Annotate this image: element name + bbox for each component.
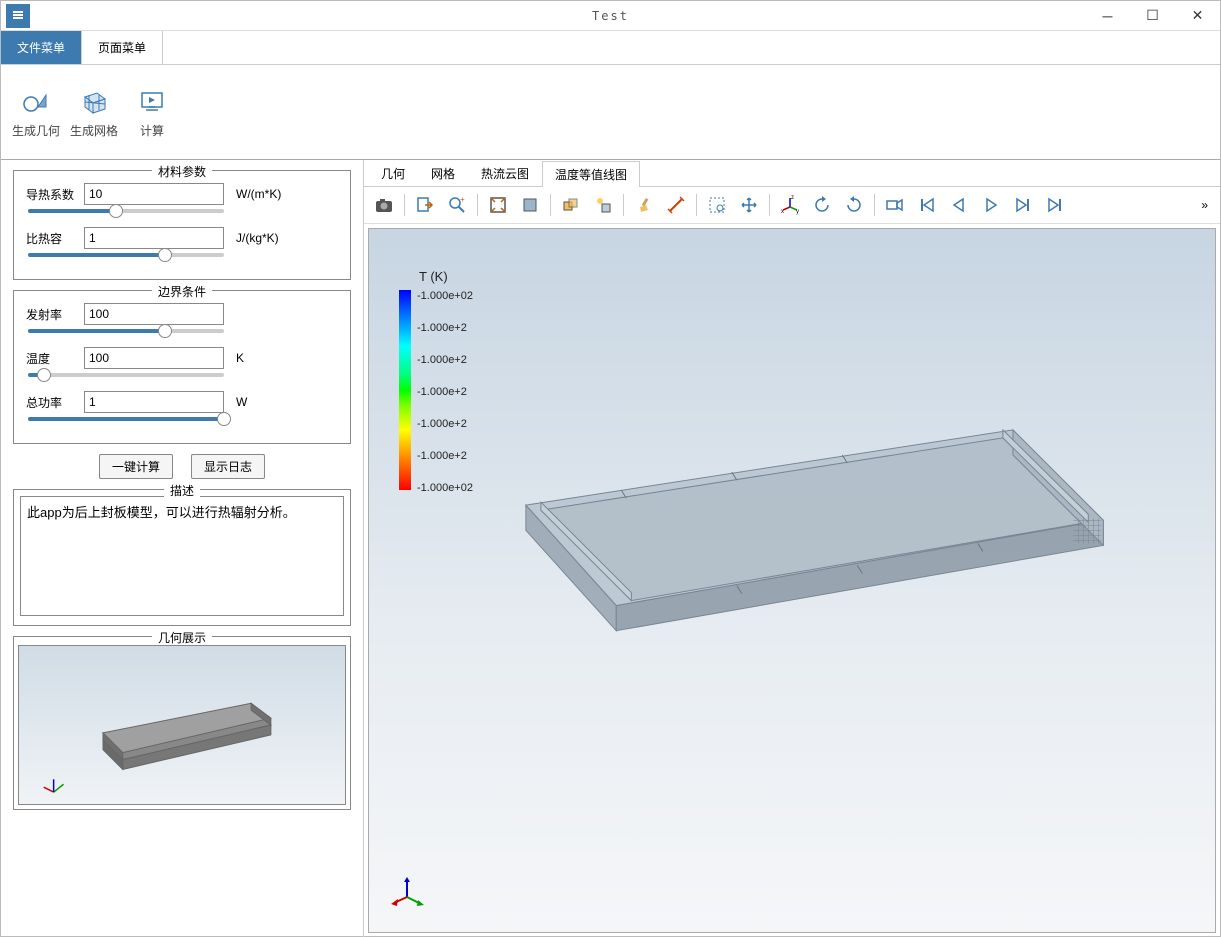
power-unit: W	[236, 395, 247, 409]
slider-thumb[interactable]	[109, 204, 123, 218]
material-params-section: 材料参数 导热系数 W/(m*K) 比热容 J/(kg*K)	[13, 170, 351, 280]
rotate-cw-button[interactable]	[840, 191, 868, 219]
svg-text:+: +	[460, 195, 465, 204]
maximize-button[interactable]: ☐	[1130, 1, 1175, 30]
transparency-button[interactable]	[557, 191, 585, 219]
title-bar: Test ─ ☐ ✕	[1, 1, 1220, 31]
heat-cap-label: 比热容	[26, 230, 84, 247]
emissivity-slider[interactable]	[28, 329, 224, 333]
generate-geometry-label: 生成几何	[12, 122, 60, 139]
ribbon-tabs: 文件菜单 页面菜单	[1, 31, 1220, 65]
boundary-conditions-section: 边界条件 发射率 温度 K 总功率 W	[13, 290, 351, 444]
view-tab-heat-flow[interactable]: 热流云图	[468, 160, 542, 186]
temperature-input[interactable]	[84, 347, 224, 369]
export-button[interactable]	[411, 191, 439, 219]
3d-viewport[interactable]: T (K) -1.000e+02 -1.000e+2 -1.000e+2 -1.…	[368, 228, 1216, 933]
generate-mesh-button[interactable]: 生成网格	[65, 71, 123, 153]
description-section: 描述	[13, 489, 351, 626]
play-button[interactable]	[977, 191, 1005, 219]
thermal-cond-unit: W/(m*K)	[236, 187, 281, 201]
viewport-area: 几何 网格 热流云图 温度等值线图 + z y x	[363, 160, 1220, 937]
heat-cap-slider[interactable]	[28, 253, 224, 257]
zoom-extents-button[interactable]	[484, 191, 512, 219]
svg-text:z: z	[791, 195, 794, 201]
view-tab-mesh[interactable]: 网格	[418, 160, 468, 186]
clear-button[interactable]	[630, 191, 658, 219]
measure-button[interactable]	[662, 191, 690, 219]
description-textarea[interactable]	[20, 496, 344, 616]
desc-section-title: 描述	[164, 482, 200, 499]
generate-geometry-button[interactable]: 生成几何	[7, 71, 65, 153]
slider-thumb[interactable]	[158, 248, 172, 262]
view-tab-geometry[interactable]: 几何	[368, 160, 418, 186]
pan-button[interactable]	[735, 191, 763, 219]
view-tab-isotherm[interactable]: 温度等值线图	[542, 161, 640, 187]
geometry-preview-section: 几何展示	[13, 636, 351, 810]
viewport-tabs: 几何 网格 热流云图 温度等值线图	[364, 160, 1220, 187]
zoom-button[interactable]: +	[443, 191, 471, 219]
one-click-compute-button[interactable]: 一键计算	[99, 454, 173, 479]
close-button[interactable]: ✕	[1175, 1, 1220, 30]
heat-cap-input[interactable]	[84, 227, 224, 249]
toolbar-overflow-button[interactable]: »	[1195, 198, 1214, 212]
thermal-cond-slider[interactable]	[28, 209, 224, 213]
power-input[interactable]	[84, 391, 224, 413]
compute-button[interactable]: 计算	[123, 71, 181, 153]
mesh-icon	[78, 86, 110, 118]
svg-text:y: y	[796, 209, 799, 215]
thermal-cond-label: 导热系数	[26, 186, 84, 203]
ribbon-content: 生成几何 生成网格 计算	[1, 65, 1220, 160]
material-section-title: 材料参数	[152, 163, 212, 180]
zoom-window-button[interactable]	[516, 191, 544, 219]
rotate-ccw-button[interactable]	[808, 191, 836, 219]
minimize-button[interactable]: ─	[1085, 1, 1130, 30]
compute-label: 计算	[140, 122, 164, 139]
axis-gizmo[interactable]	[389, 872, 429, 912]
power-label: 总功率	[26, 394, 84, 411]
sidebar: 材料参数 导热系数 W/(m*K) 比热容 J/(kg*K) 边界条件 发射率	[1, 160, 363, 937]
slider-thumb[interactable]	[158, 324, 172, 338]
emissivity-label: 发射率	[26, 306, 84, 323]
tab-page-menu[interactable]: 页面菜单	[82, 31, 163, 64]
generate-mesh-label: 生成网格	[70, 122, 118, 139]
thermal-cond-input[interactable]	[84, 183, 224, 205]
preview-section-title: 几何展示	[152, 629, 212, 646]
bc-section-title: 边界条件	[152, 283, 212, 300]
skip-last-button[interactable]	[1041, 191, 1069, 219]
temperature-unit: K	[236, 351, 244, 365]
heat-cap-unit: J/(kg*K)	[236, 231, 279, 245]
tab-file-menu[interactable]: 文件菜单	[1, 31, 82, 64]
slider-thumb[interactable]	[37, 368, 51, 382]
temperature-label: 温度	[26, 350, 84, 367]
show-log-button[interactable]: 显示日志	[191, 454, 265, 479]
model-render	[369, 229, 1215, 932]
animation-record-button[interactable]	[881, 191, 909, 219]
step-forward-button[interactable]	[1009, 191, 1037, 219]
select-box-button[interactable]	[703, 191, 731, 219]
svg-text:x: x	[781, 209, 784, 215]
axis-orientation-button[interactable]: z y x	[776, 191, 804, 219]
lighting-button[interactable]	[589, 191, 617, 219]
geometry-preview[interactable]	[18, 645, 346, 805]
skip-first-button[interactable]	[913, 191, 941, 219]
screenshot-button[interactable]	[370, 191, 398, 219]
step-back-button[interactable]	[945, 191, 973, 219]
compute-icon	[136, 86, 168, 118]
viewport-toolbar: + z y x »	[364, 187, 1220, 224]
power-slider[interactable]	[28, 417, 224, 421]
emissivity-input[interactable]	[84, 303, 224, 325]
window-title: Test	[592, 9, 629, 23]
temperature-slider[interactable]	[28, 373, 224, 377]
geometry-icon	[20, 86, 52, 118]
slider-thumb[interactable]	[217, 412, 231, 426]
app-icon	[6, 4, 30, 28]
